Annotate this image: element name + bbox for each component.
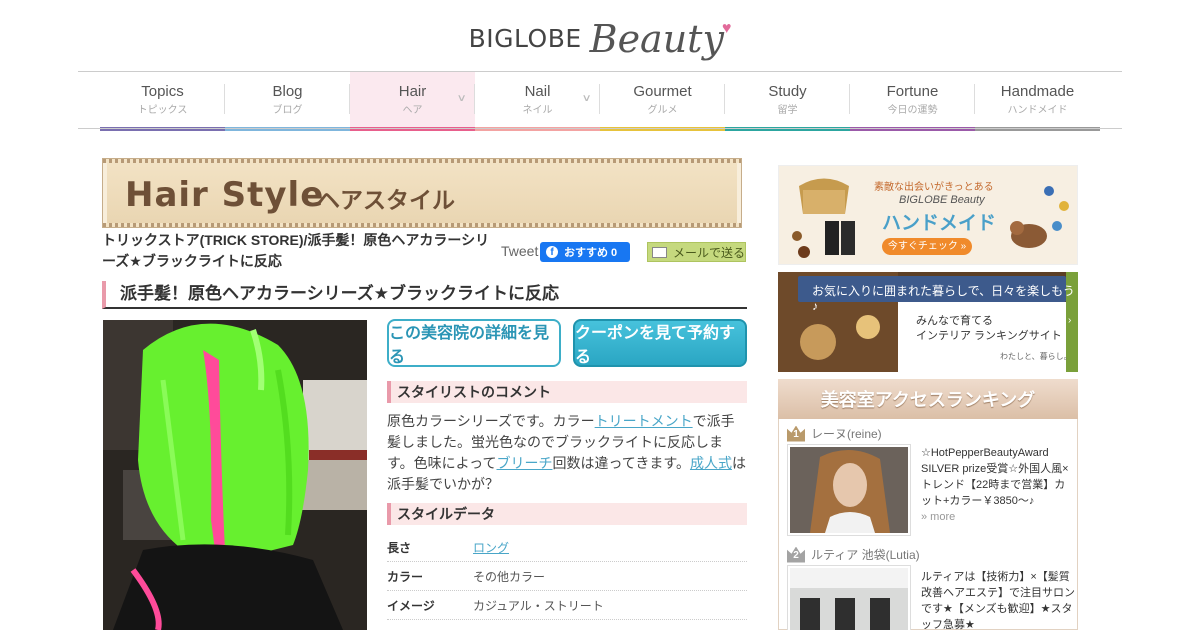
ad-cta-button[interactable]: 今すぐチェック » [882,238,972,255]
style-data-heading: スタイルデータ [387,503,747,525]
nav-item-hair[interactable]: Hair ヘア ∨ [350,72,475,131]
data-key: カラー [387,569,424,584]
shop-title: トリックストア(TRICK STORE)/派手髪！原色ヘアカラーシリーズ★ブラッ… [102,232,490,269]
facebook-recommend-button[interactable]: f おすすめ 0 [540,242,630,262]
ad-brand: BIGLOBE Beauty [899,194,985,206]
comment-text: 原色カラーシリーズです。カラー [387,413,595,429]
mail-icon [652,246,667,258]
salon-interior-illustration [790,568,908,630]
nav-divider-bottom [78,128,1122,129]
hair-style-banner: Hair Style ヘアスタイル [102,158,742,228]
stylist-comment: 原色カラーシリーズです。カラートリートメントで派手髪しました。蛍光色なのでブラッ… [387,411,747,495]
nav-item-sublabel: トピックス [137,105,188,116]
ranking-salon-name[interactable]: 1 レーヌ(reine) [787,425,882,442]
salon-detail-button[interactable]: この美容院の詳細を見る [387,319,561,367]
ranking-salon-description: ルティアは【技術力】×【髪質改善ヘアエステ】で注目サロンです★【メンズも歓迎】★… [921,571,1075,630]
main-nav: Topics トピックス Blog ブログ Hair ヘア ∨ Nail ネイル ∨ Gourmet… [100,72,1100,131]
ranking-salon-photo[interactable] [787,444,911,536]
ad-line1: みんなで育てる [916,315,993,327]
chevron-down-icon[interactable]: ∨ [456,93,466,104]
site-logo[interactable]: BIGLOBE Beauty ♥ [0,12,1200,60]
table-row: イメージ カジュアル・ストリート [387,591,747,620]
data-value: その他カラー [473,569,546,584]
chevron-down-icon[interactable]: ∨ [581,93,591,104]
ranking-salon-label: レーヌ(reine) [811,427,882,441]
data-value: カジュアル・ストリート [473,598,604,613]
bleach-link[interactable]: ブリーチ [496,455,552,471]
hairstyle-illustration [103,320,367,630]
tweet-link[interactable]: Tweet [501,243,538,259]
table-row: カラー その他カラー [387,562,747,591]
nav-item-fortune[interactable]: Fortune 今日の運勢 [850,72,975,131]
nav-item-handmade[interactable]: Handmade ハンドメイド [975,72,1100,131]
ad-tagline: 素敵な出会いがきっとある [874,182,994,193]
style-data-table: 長さ ロング カラー その他カラー イメージ カジュアル・ストリート [387,533,747,620]
nav-item-sublabel: ブログ [272,105,303,116]
ranking-salon-description: ☆HotPepperBeautyAward SILVER prize受賞☆外国人… [921,445,1076,525]
silver-crown-icon: 2 [787,546,805,563]
hairstyle-photo [103,320,367,630]
length-link[interactable]: ロング [473,539,509,556]
nav-item-blog[interactable]: Blog ブログ [225,72,350,131]
mail-share-label: メールで送る [673,245,746,260]
ranking-salon-label: ルティア 池袋(Lutia) [811,548,920,562]
stylist-comment-heading: スタイリストのコメント [387,381,747,403]
nav-item-nail[interactable]: Nail ネイル ∨ [475,72,600,131]
salon-ranking-list: 1 レーヌ(reine) ☆HotPepperBeautyAward SILVE… [778,419,1078,630]
banner-stripe [103,159,741,163]
data-key: 長さ [387,540,412,555]
banner-stripe [103,223,741,227]
nav-item-label: Gourmet [633,83,692,100]
coming-of-age-link[interactable]: 成人式 [690,455,732,471]
logo-beauty-text: Beauty [589,17,724,61]
banner-title-jp: ヘアスタイル [317,187,455,213]
nav-item-sublabel: グルメ [647,105,678,116]
ad-line2: インテリア ランキングサイト [916,330,1062,342]
nav-item-sublabel: 留学 [777,105,798,116]
table-row: 長さ ロング [387,533,747,562]
facebook-icon: f [546,246,558,258]
nav-item-topics[interactable]: Topics トピックス [100,72,225,131]
ad-title: ハンドメイド [882,213,997,234]
nav-item-label: Blog [272,83,303,100]
logo-biglobe-text: BIGLOBE [468,24,582,53]
banner-title-en: Hair Style [125,175,325,215]
mail-share-button[interactable]: メールで送る [647,242,746,262]
salon-photo-illustration [790,447,908,533]
coupon-reserve-button[interactable]: クーポンを見て予約する [573,319,747,367]
nav-item-sublabel: ハンドメイド [1007,105,1068,116]
treatment-link[interactable]: トリートメント [595,413,693,429]
nav-item-sublabel: 今日の運勢 [887,105,938,116]
nav-item-label: Topics [141,83,184,100]
nav-item-study[interactable]: Study 留学 [725,72,850,131]
nav-item-label: Fortune [886,83,939,100]
handmade-ad-banner[interactable]: 素敵な出会いがきっとある BIGLOBE Beauty ハンドメイド 今すぐチェ… [778,165,1078,265]
gold-crown-icon: 1 [787,425,805,442]
salon-ranking-heading: 美容室アクセスランキング [778,379,1078,419]
ad-tagline: お気に入りに囲まれた暮らしで、日々を楽しもう♪ [812,284,1075,313]
heart-icon: ♥ [721,20,732,37]
data-key: イメージ [387,598,435,613]
ranking-salon-photo[interactable] [787,565,911,630]
ranking-salon-name[interactable]: 2 ルティア 池袋(Lutia) [787,546,920,563]
ad-logo: わたしと、暮らし。 [1000,352,1072,361]
chevron-right-icon: › [1068,315,1072,326]
facebook-recommend-label: おすすめ 0 [564,247,618,259]
nav-item-label: Study [768,83,807,100]
article-heading: 派手髪！原色ヘアカラーシリーズ★ブラックライトに反応 [102,281,747,309]
ranking-description-text: ☆HotPepperBeautyAward SILVER prize受賞☆外国人… [921,447,1069,507]
more-link[interactable]: » more [921,511,955,523]
nav-item-label: Handmade [1000,83,1075,100]
interior-ranking-ad-banner[interactable]: お気に入りに囲まれた暮らしで、日々を楽しもう♪ みんなで育てる インテリア ラン… [778,272,1078,372]
nav-item-gourmet[interactable]: Gourmet グルメ [600,72,725,131]
comment-text: 回数は違ってきます。 [552,455,690,471]
